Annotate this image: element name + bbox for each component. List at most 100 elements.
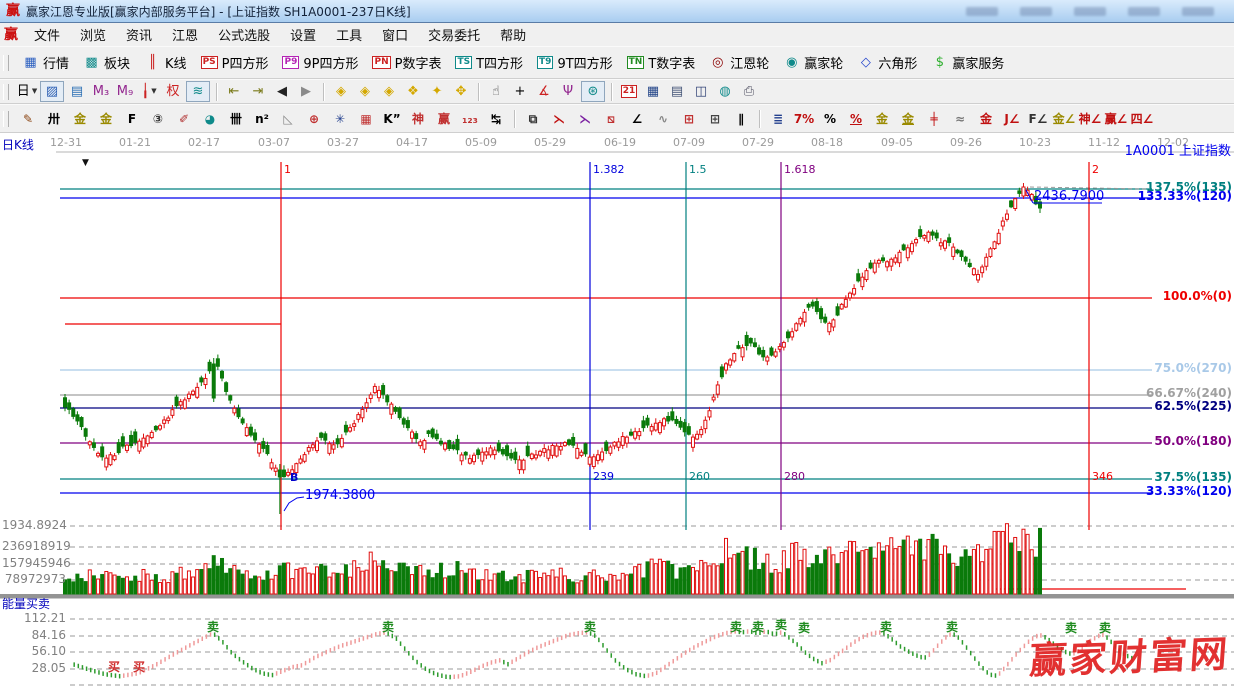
- angle-tool-button[interactable]: ∡: [533, 82, 555, 101]
- window-layout-button[interactable]: ▨: [40, 81, 64, 102]
- menu-item-8[interactable]: 交易委托: [418, 23, 490, 46]
- gold-ratio-tool-1[interactable]: 金: [68, 108, 92, 129]
- gann-wheel-button[interactable]: ◎江恩轮: [702, 51, 776, 75]
- fan-tool-purple[interactable]: ⋋: [573, 108, 597, 129]
- k-note-tool[interactable]: K”: [380, 108, 404, 129]
- crosshair-tool-button[interactable]: +: [509, 82, 531, 101]
- hand-tool-button[interactable]: ☝: [485, 82, 507, 101]
- fibonacci-tool[interactable]: F: [120, 108, 144, 129]
- grid-target-tool-2[interactable]: ⊞: [703, 108, 727, 129]
- menu-item-4[interactable]: 公式选股: [208, 23, 280, 46]
- menu-item-0[interactable]: 文件: [24, 23, 70, 46]
- cycle-circle-tool[interactable]: ◕: [198, 108, 222, 129]
- prev-bar-button[interactable]: ◀: [271, 82, 293, 101]
- gold-line-tool[interactable]: 金: [896, 108, 920, 129]
- knot-tool-button[interactable]: ⊛: [581, 81, 605, 102]
- parallel-lines-tool[interactable]: ∥: [729, 108, 753, 129]
- save-button[interactable]: ◫: [690, 82, 712, 101]
- gann-diamond-right-button[interactable]: ◈: [354, 82, 376, 101]
- tick-ruler-tool[interactable]: 卌: [224, 108, 248, 129]
- 9t-square-button[interactable]: T99T四方形: [530, 51, 620, 75]
- gold-box-tool[interactable]: 金: [974, 108, 998, 129]
- calendar-button[interactable]: 21: [618, 82, 640, 101]
- menu-item-7[interactable]: 窗口: [372, 23, 418, 46]
- volume-chart-button[interactable]: ≋: [186, 81, 210, 102]
- hexagon-button[interactable]: ◇六角形: [850, 51, 924, 75]
- spiral-tool[interactable]: ③: [146, 108, 170, 129]
- wave-channel-tool[interactable]: ≈: [948, 108, 972, 129]
- gann-diamond-star-button[interactable]: ✦: [426, 82, 448, 101]
- restore-rights-button[interactable]: 权: [162, 82, 184, 101]
- starburst-tool[interactable]: ✳: [328, 108, 352, 129]
- gold-ratio-tool-2[interactable]: 金: [94, 108, 118, 129]
- toolbar-grip: [3, 55, 9, 71]
- chart-canvas[interactable]: [0, 133, 1234, 687]
- print-button[interactable]: ⎙: [738, 82, 760, 101]
- gann-diamond-x-button[interactable]: ❖: [402, 82, 424, 101]
- kline-button[interactable]: ║K线: [137, 51, 194, 75]
- f10-info-button[interactable]: ▤: [66, 82, 88, 101]
- ribbon-tool-button[interactable]: Ψ: [557, 82, 579, 101]
- last-bar-button[interactable]: ⇥: [247, 82, 269, 101]
- percent-7-tool[interactable]: 7%: [792, 108, 816, 129]
- ruler-123-tool[interactable]: ₁₂₃: [458, 108, 482, 129]
- menu-item-1[interactable]: 浏览: [70, 23, 116, 46]
- menu-item-6[interactable]: 工具: [326, 23, 372, 46]
- volume-bar: [873, 558, 876, 594]
- p-square-button[interactable]: PSP四方形: [194, 51, 276, 75]
- shen-ruler-tool[interactable]: 神: [406, 108, 430, 129]
- percent-tool[interactable]: %: [818, 108, 842, 129]
- ying-ruler-tool[interactable]: 赢: [432, 108, 456, 129]
- next-bar-button[interactable]: ▶: [295, 82, 317, 101]
- grid-target-tool[interactable]: ⊞: [677, 108, 701, 129]
- gann-diamond-left-button[interactable]: ◈: [330, 82, 352, 101]
- j-angle-tool[interactable]: J∠: [1000, 108, 1024, 129]
- circle-cross-tool[interactable]: ⊕: [302, 108, 326, 129]
- wave-9-button[interactable]: M₉: [114, 82, 136, 101]
- fan-grid-tool[interactable]: ⧅: [599, 108, 623, 129]
- date-tick-label: 08-18: [807, 137, 847, 150]
- menu-item-2[interactable]: 资讯: [116, 23, 162, 46]
- box-tool[interactable]: ⧉: [521, 108, 545, 129]
- scale-list-tool[interactable]: ≣: [766, 108, 790, 129]
- rays-tool[interactable]: ∠: [625, 108, 649, 129]
- ying-angle-tool[interactable]: 赢∠: [1104, 108, 1128, 129]
- winner-service-button[interactable]: $赢家服务: [924, 51, 1011, 75]
- wave-3-button[interactable]: M₃: [90, 82, 112, 101]
- winner-wheel-button[interactable]: ◉赢家轮: [776, 51, 850, 75]
- gann-diamond-h-button[interactable]: ◈: [378, 82, 400, 101]
- menu-item-9[interactable]: 帮助: [490, 23, 536, 46]
- export-chart-button[interactable]: ◍: [714, 82, 736, 101]
- candle-style-selector[interactable]: ╽▼: [138, 82, 160, 101]
- gann-diamond-plus-button[interactable]: ✥: [450, 82, 472, 101]
- t-square-button[interactable]: TST四方形: [448, 51, 530, 75]
- sectors-button[interactable]: ▩板块: [76, 51, 137, 75]
- n-square-tool[interactable]: n²: [250, 108, 274, 129]
- menu-item-5[interactable]: 设置: [280, 23, 326, 46]
- gold-angle-tool[interactable]: 金∠: [1052, 108, 1076, 129]
- gann-grid-tool[interactable]: 卅: [42, 108, 66, 129]
- fan-tool-red[interactable]: ⋋: [547, 108, 571, 129]
- memo-button[interactable]: ▤: [666, 82, 688, 101]
- calculator-button[interactable]: ▦: [642, 82, 664, 101]
- t-number-table-button[interactable]: TNT数字表: [620, 51, 703, 75]
- f-angle-tool[interactable]: F∠: [1026, 108, 1050, 129]
- set-square-tool[interactable]: ◺: [276, 108, 300, 129]
- quotes-button[interactable]: ▦行情: [15, 51, 76, 75]
- shen-angle-tool[interactable]: 神∠: [1078, 108, 1102, 129]
- chart-area[interactable]: 12-3101-2102-1703-0703-2704-1705-0905-29…: [0, 133, 1234, 687]
- wave-tool[interactable]: ∿: [651, 108, 675, 129]
- brush-tool[interactable]: ✎: [16, 108, 40, 129]
- candle-brush-tool[interactable]: ╪: [922, 108, 946, 129]
- p-number-table-button[interactable]: PNP数字表: [365, 51, 448, 75]
- 9p-square-button[interactable]: P99P四方形: [275, 51, 365, 75]
- si-angle-tool[interactable]: 四∠: [1130, 108, 1154, 129]
- grid-square-tool[interactable]: ▦: [354, 108, 378, 129]
- percent-line-tool[interactable]: %: [844, 108, 868, 129]
- measure-brush-tool[interactable]: ✐: [172, 108, 196, 129]
- period-selector[interactable]: 日▼: [16, 82, 38, 101]
- menu-item-3[interactable]: 江恩: [162, 23, 208, 46]
- width-measure-tool[interactable]: ↹: [484, 108, 508, 129]
- gold-circle-tool[interactable]: 金: [870, 108, 894, 129]
- first-bar-button[interactable]: ⇤: [223, 82, 245, 101]
